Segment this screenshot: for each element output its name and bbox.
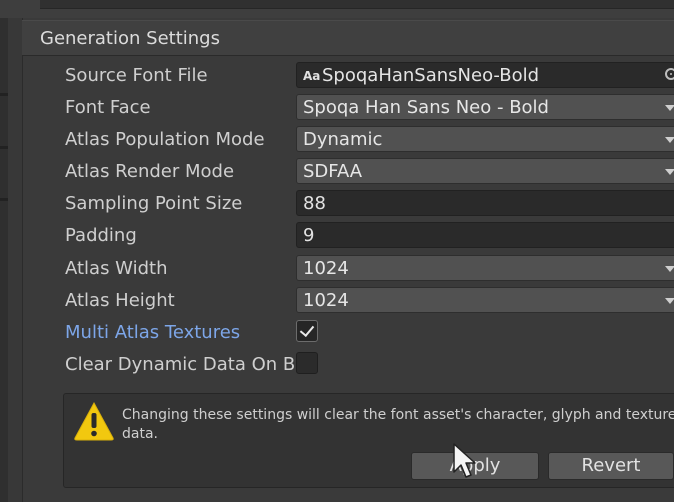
object-picker-icon[interactable] [665, 68, 674, 80]
row-atlas-width: Atlas Width 1024 [0, 254, 674, 284]
source-font-file-label: Source Font File [65, 65, 208, 86]
row-multi-atlas-textures: Multi Atlas Textures [0, 318, 674, 348]
chevron-down-icon [665, 137, 674, 143]
atlas-render-mode-value: SDFAA [303, 161, 363, 182]
atlas-height-label: Atlas Height [65, 290, 175, 311]
row-atlas-render-mode: Atlas Render Mode SDFAA [0, 157, 674, 187]
generation-settings-header[interactable]: Generation Settings [22, 20, 674, 56]
chevron-down-icon [665, 266, 674, 272]
atlas-width-label: Atlas Width [65, 258, 168, 279]
atlas-render-mode-label: Atlas Render Mode [65, 161, 235, 182]
multi-atlas-textures-label: Multi Atlas Textures [65, 322, 241, 343]
top-strip [0, 0, 674, 18]
atlas-width-value: 1024 [303, 258, 349, 279]
row-font-face: Font Face Spoqa Han Sans Neo - Bold [0, 93, 674, 123]
row-clear-dynamic-data: Clear Dynamic Data On B [0, 350, 674, 380]
row-atlas-height: Atlas Height 1024 [0, 286, 674, 316]
font-face-value: Spoqa Han Sans Neo - Bold [303, 97, 549, 118]
atlas-population-mode-value: Dynamic [303, 129, 383, 150]
source-font-file-value: SpoqaHanSansNeo-Bold [322, 65, 540, 86]
padding-value: 9 [303, 225, 315, 246]
warning-helpbox: Changing these settings will clear the f… [63, 393, 674, 488]
atlas-population-mode-label: Atlas Population Mode [65, 129, 265, 150]
chevron-down-icon [665, 169, 674, 175]
sampling-point-size-input[interactable]: 88 [296, 190, 674, 216]
checkmark-icon [299, 321, 315, 338]
atlas-height-value: 1024 [303, 290, 349, 311]
row-atlas-population-mode: Atlas Population Mode Dynamic [0, 125, 674, 155]
font-face-label: Font Face [65, 97, 151, 118]
chevron-down-icon [665, 105, 674, 111]
multi-atlas-textures-checkbox[interactable] [296, 320, 318, 342]
chevron-down-icon [665, 298, 674, 304]
revert-button[interactable]: Revert [548, 452, 674, 480]
row-sampling-point-size: Sampling Point Size 88 [0, 189, 674, 219]
warning-triangle-icon [74, 401, 114, 441]
padding-input[interactable]: 9 [296, 222, 674, 248]
font-asset-icon: Aa [303, 69, 321, 83]
atlas-population-mode-dropdown[interactable]: Dynamic [296, 126, 674, 152]
font-face-dropdown[interactable]: Spoqa Han Sans Neo - Bold [296, 94, 674, 120]
atlas-width-dropdown[interactable]: 1024 [296, 255, 674, 281]
section-title: Generation Settings [40, 28, 220, 49]
row-source-font-file: Source Font File Aa SpoqaHanSansNeo-Bold [0, 61, 674, 91]
sampling-point-size-value: 88 [303, 193, 326, 214]
previous-field-bottom [40, 0, 674, 9]
atlas-height-dropdown[interactable]: 1024 [296, 287, 674, 313]
sampling-point-size-label: Sampling Point Size [65, 193, 243, 214]
source-font-file-field[interactable]: Aa SpoqaHanSansNeo-Bold [296, 62, 674, 88]
warning-message: Changing these settings will clear the f… [122, 407, 674, 442]
padding-label: Padding [65, 225, 137, 246]
clear-dynamic-data-label: Clear Dynamic Data On B [65, 354, 296, 375]
atlas-render-mode-dropdown[interactable]: SDFAA [296, 158, 674, 184]
mouse-pointer-icon [453, 443, 476, 478]
row-padding: Padding 9 [0, 221, 674, 251]
clear-dynamic-data-checkbox[interactable] [296, 352, 318, 374]
